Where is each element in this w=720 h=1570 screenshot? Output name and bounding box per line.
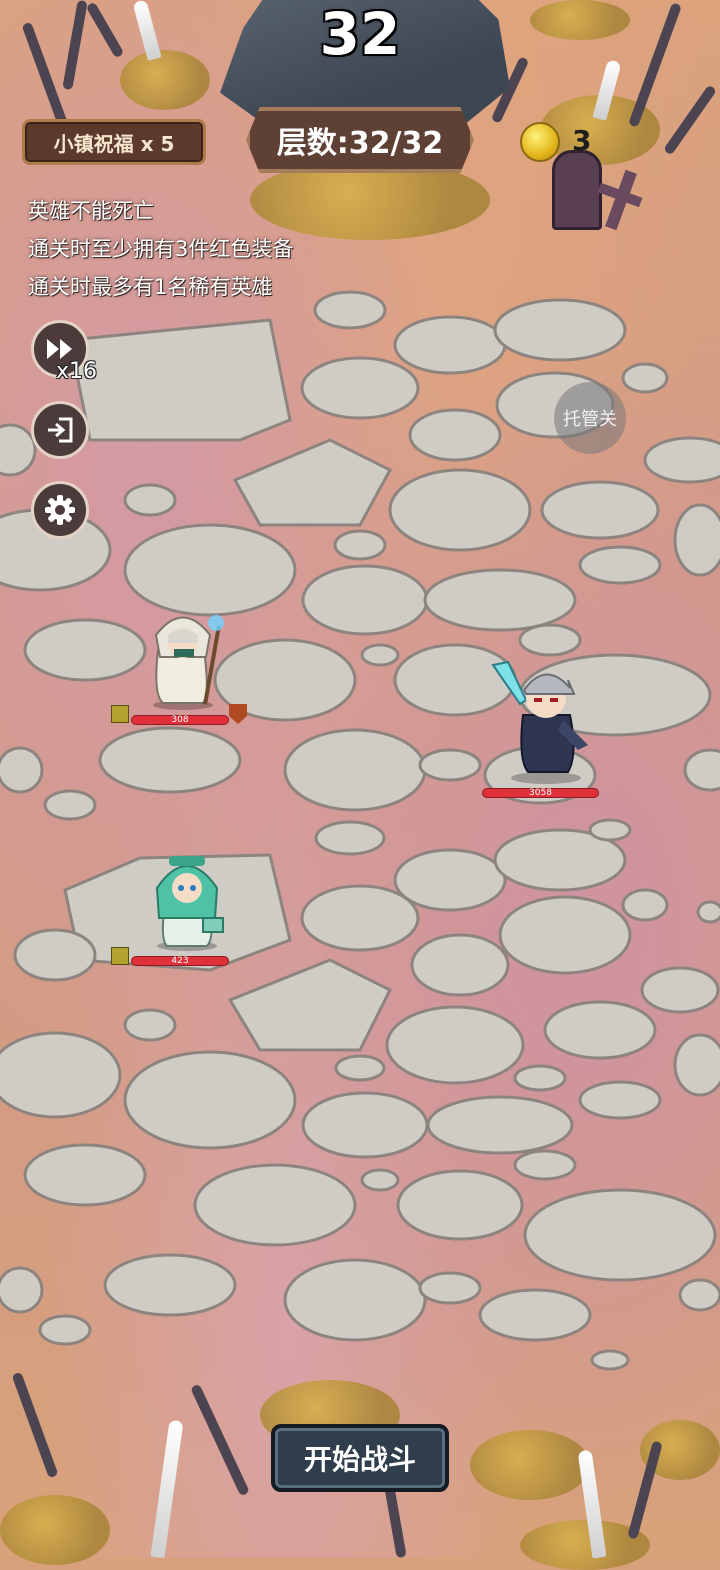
hero-white-mage[interactable]	[138, 605, 228, 710]
speed-multiplier: x16	[56, 359, 98, 384]
bush-decoration	[0, 1495, 110, 1565]
gear-icon	[45, 495, 75, 525]
rule-rare-hero-limit: 通关时最多有1名稀有英雄	[28, 275, 273, 299]
rule-no-hero-death: 英雄不能死亡	[28, 199, 154, 223]
rule-red-equipment: 通关时至少拥有3件红色装备	[28, 237, 294, 261]
hp-bar-white-mage: 308	[131, 715, 229, 725]
coffin-decoration	[552, 150, 602, 230]
swordsman-sprite	[491, 660, 588, 784]
hp-bar-silver-swordsman: 3058	[482, 788, 599, 798]
exit-icon	[48, 417, 73, 443]
exit-button[interactable]	[31, 401, 89, 459]
hero-green-priestess[interactable]	[145, 848, 230, 952]
white-mage-sprite	[153, 615, 224, 710]
hp-bar-green-priestess: 423	[131, 956, 229, 966]
bush-decoration	[470, 1430, 590, 1500]
green-priestess-sprite	[155, 856, 224, 951]
class-badge-icon	[111, 947, 129, 965]
bush-decoration	[530, 0, 630, 40]
start-battle-label: 开始战斗	[303, 1443, 416, 1476]
town-blessing-label: 小镇祝福 x 5	[53, 131, 175, 156]
floor-counter-plaque: 层数:32/32	[246, 107, 474, 173]
gold-coin-icon	[520, 122, 560, 162]
town-blessing-banner[interactable]: 小镇祝福 x 5	[22, 119, 206, 165]
coin-count: 3	[572, 124, 592, 157]
bush-decoration	[120, 50, 210, 110]
fast-forward-icon	[47, 339, 72, 359]
floor-counter-label: 层数:32/32	[276, 126, 444, 161]
auto-battle-label: 托管关	[563, 409, 617, 430]
enemy-silver-swordsman[interactable]	[488, 660, 598, 785]
settings-button[interactable]	[31, 481, 89, 539]
class-badge-icon	[111, 705, 129, 723]
auto-battle-button[interactable]: 托管关	[554, 382, 626, 454]
level-number: 32	[319, 0, 401, 68]
start-battle-button[interactable]: 开始战斗	[271, 1424, 449, 1492]
